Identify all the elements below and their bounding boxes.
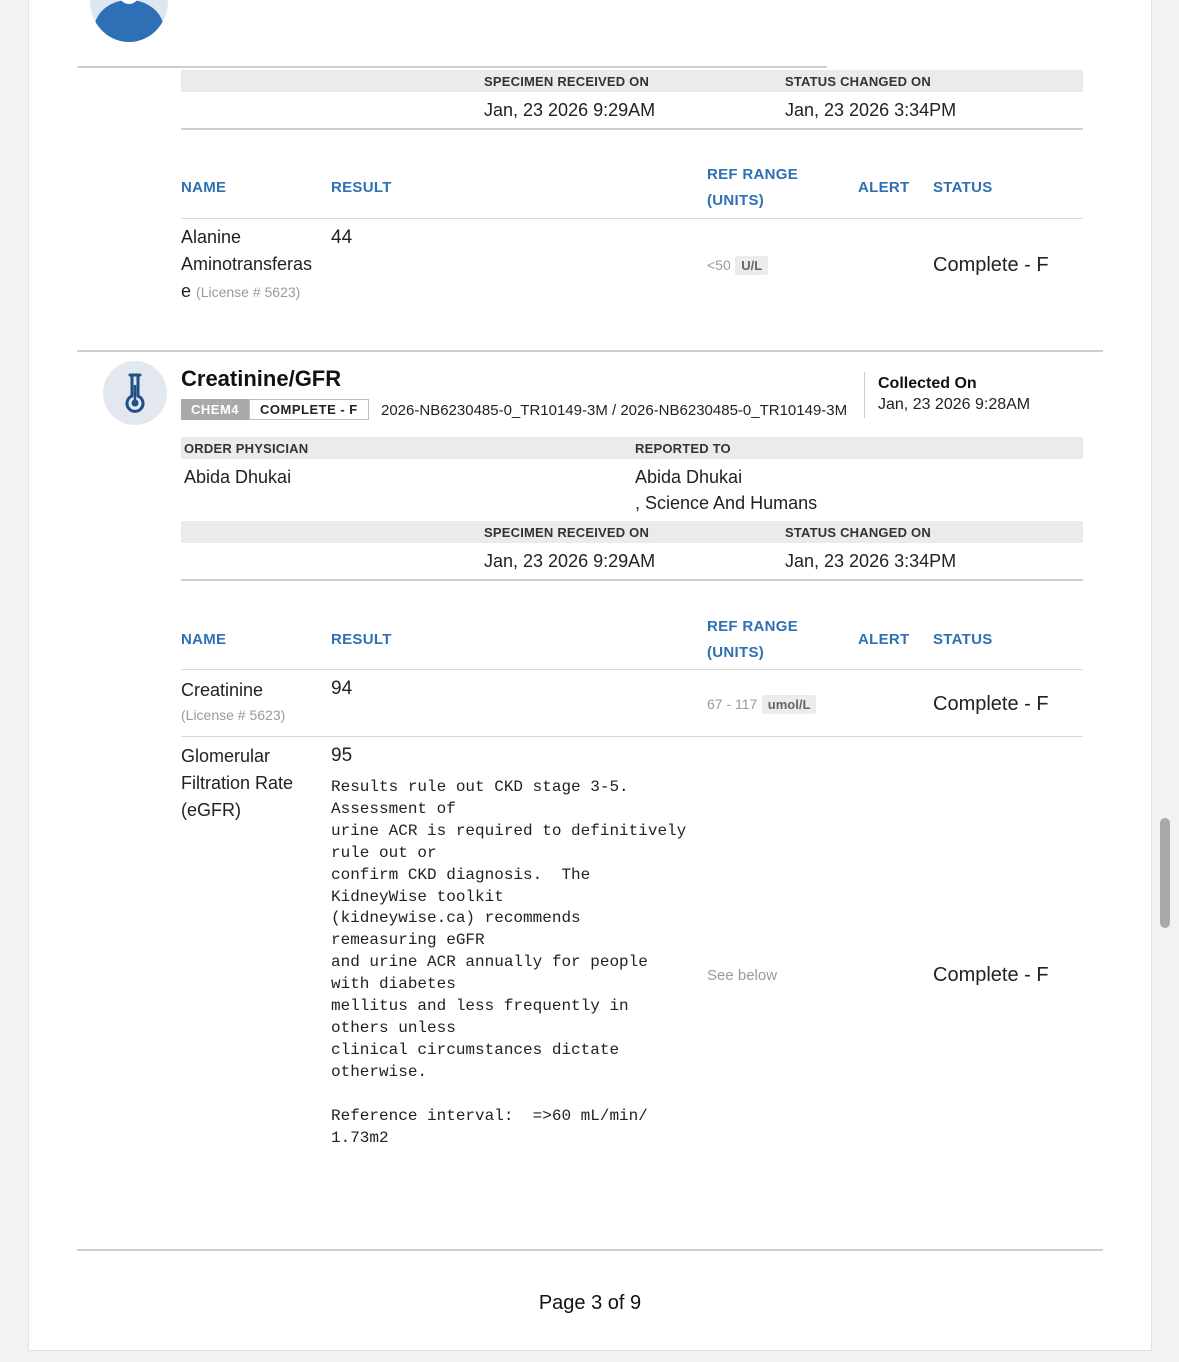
column-header-alert: ALERT [858, 631, 910, 648]
status-value: Complete - F [933, 693, 1049, 715]
divider [77, 1249, 1103, 1251]
result-value: 94 [331, 678, 353, 699]
column-header-ref-range: REF RANGE [707, 618, 799, 635]
thermometer-icon [125, 373, 145, 413]
divider [181, 128, 1083, 130]
test-name: Glomerular [181, 746, 271, 766]
column-header-units: (UNITS) [707, 192, 765, 209]
reported-to-org: , Science And Humans [635, 493, 818, 513]
column-header-status: STATUS [933, 631, 993, 648]
divider [181, 669, 1083, 670]
order-physician-value: Abida Dhukai [184, 467, 292, 487]
physician-header-bar [181, 437, 1083, 459]
status-changed-value: Jan, 23 2026 3:34PM [785, 100, 957, 120]
accession-number: 2026-NB6230485-0_TR10149-3M / 2026-NB623… [381, 402, 848, 419]
table-row: Creatinine (License # 5623) [181, 677, 285, 723]
status-value: Complete - F [933, 964, 1049, 986]
collected-on-value: Jan, 23 2026 9:28AM [878, 396, 1031, 413]
license-number: (License # 5623) [196, 284, 301, 300]
test-name: (eGFR) [181, 800, 241, 820]
collected-on-label: Collected On [878, 375, 977, 392]
result-value: 95 [331, 745, 353, 766]
specimen-received-label: SPECIMEN RECEIVED ON [484, 525, 650, 540]
test-status-badge: COMPLETE - F [249, 399, 369, 420]
ref-range-value: See below [707, 967, 778, 984]
test-tags: CHEM4 COMPLETE - F [181, 399, 369, 420]
ref-range-value: 67 - 117 [707, 696, 758, 712]
table-row: Alanine Aminotransferas e (License # 562… [181, 224, 331, 306]
report-page: SPECIMEN RECEIVED ON STATUS CHANGED ON J… [28, 0, 1152, 1351]
test-title: Creatinine/GFR [181, 366, 342, 391]
column-header-result: RESULT [331, 631, 392, 648]
divider [77, 350, 1103, 352]
status-changed-value: Jan, 23 2026 3:34PM [785, 551, 957, 571]
column-header-name: NAME [181, 631, 227, 648]
test-name: Alanine [181, 227, 242, 247]
divider [181, 736, 1083, 737]
reported-to-value: Abida Dhukai [635, 467, 743, 487]
column-header-name: NAME [181, 179, 227, 196]
specimen-received-value: Jan, 23 2026 9:29AM [484, 551, 656, 571]
column-header-ref-range: REF RANGE [707, 166, 799, 183]
test-name: Aminotransferas [181, 254, 313, 274]
divider [864, 372, 865, 418]
order-physician-label: ORDER PHYSICIAN [184, 441, 309, 456]
unit-badge: U/L [735, 256, 769, 275]
divider [181, 218, 1083, 219]
reported-to-label: REPORTED TO [635, 441, 731, 456]
column-header-status: STATUS [933, 179, 993, 196]
patient-avatar [90, 0, 168, 42]
table-row: Glomerular Filtration Rate (eGFR) [181, 743, 326, 824]
unit-badge: umol/L [761, 695, 817, 714]
column-header-result: RESULT [331, 179, 392, 196]
result-value: 44 [331, 227, 353, 248]
test-name: Filtration Rate [181, 773, 294, 793]
result-comment: Results rule out CKD stage 3-5. Assessme… [331, 778, 687, 1147]
divider [181, 579, 1083, 581]
column-header-units: (UNITS) [707, 644, 765, 661]
license-number: (License # 5623) [181, 707, 286, 723]
test-name: Creatinine [181, 680, 264, 700]
specimen-received-value: Jan, 23 2026 9:29AM [484, 100, 656, 120]
status-changed-label: STATUS CHANGED ON [785, 74, 931, 89]
test-code-badge: CHEM4 [181, 399, 250, 420]
status-value: Complete - F [933, 254, 1049, 276]
test-icon-badge [103, 361, 167, 425]
specimen-received-label: SPECIMEN RECEIVED ON [484, 74, 650, 89]
page-indicator: Page 3 of 9 [538, 1292, 642, 1314]
test-name-cont: e (License # 5623) [181, 281, 301, 301]
ref-range: <50 U/L [707, 256, 769, 275]
column-header-alert: ALERT [858, 179, 910, 196]
ref-range: 67 - 117 umol/L [707, 695, 817, 714]
ref-range-value: <50 [707, 257, 731, 273]
divider [77, 66, 827, 68]
scrollbar-thumb[interactable] [1160, 818, 1170, 928]
status-changed-label: STATUS CHANGED ON [785, 525, 931, 540]
